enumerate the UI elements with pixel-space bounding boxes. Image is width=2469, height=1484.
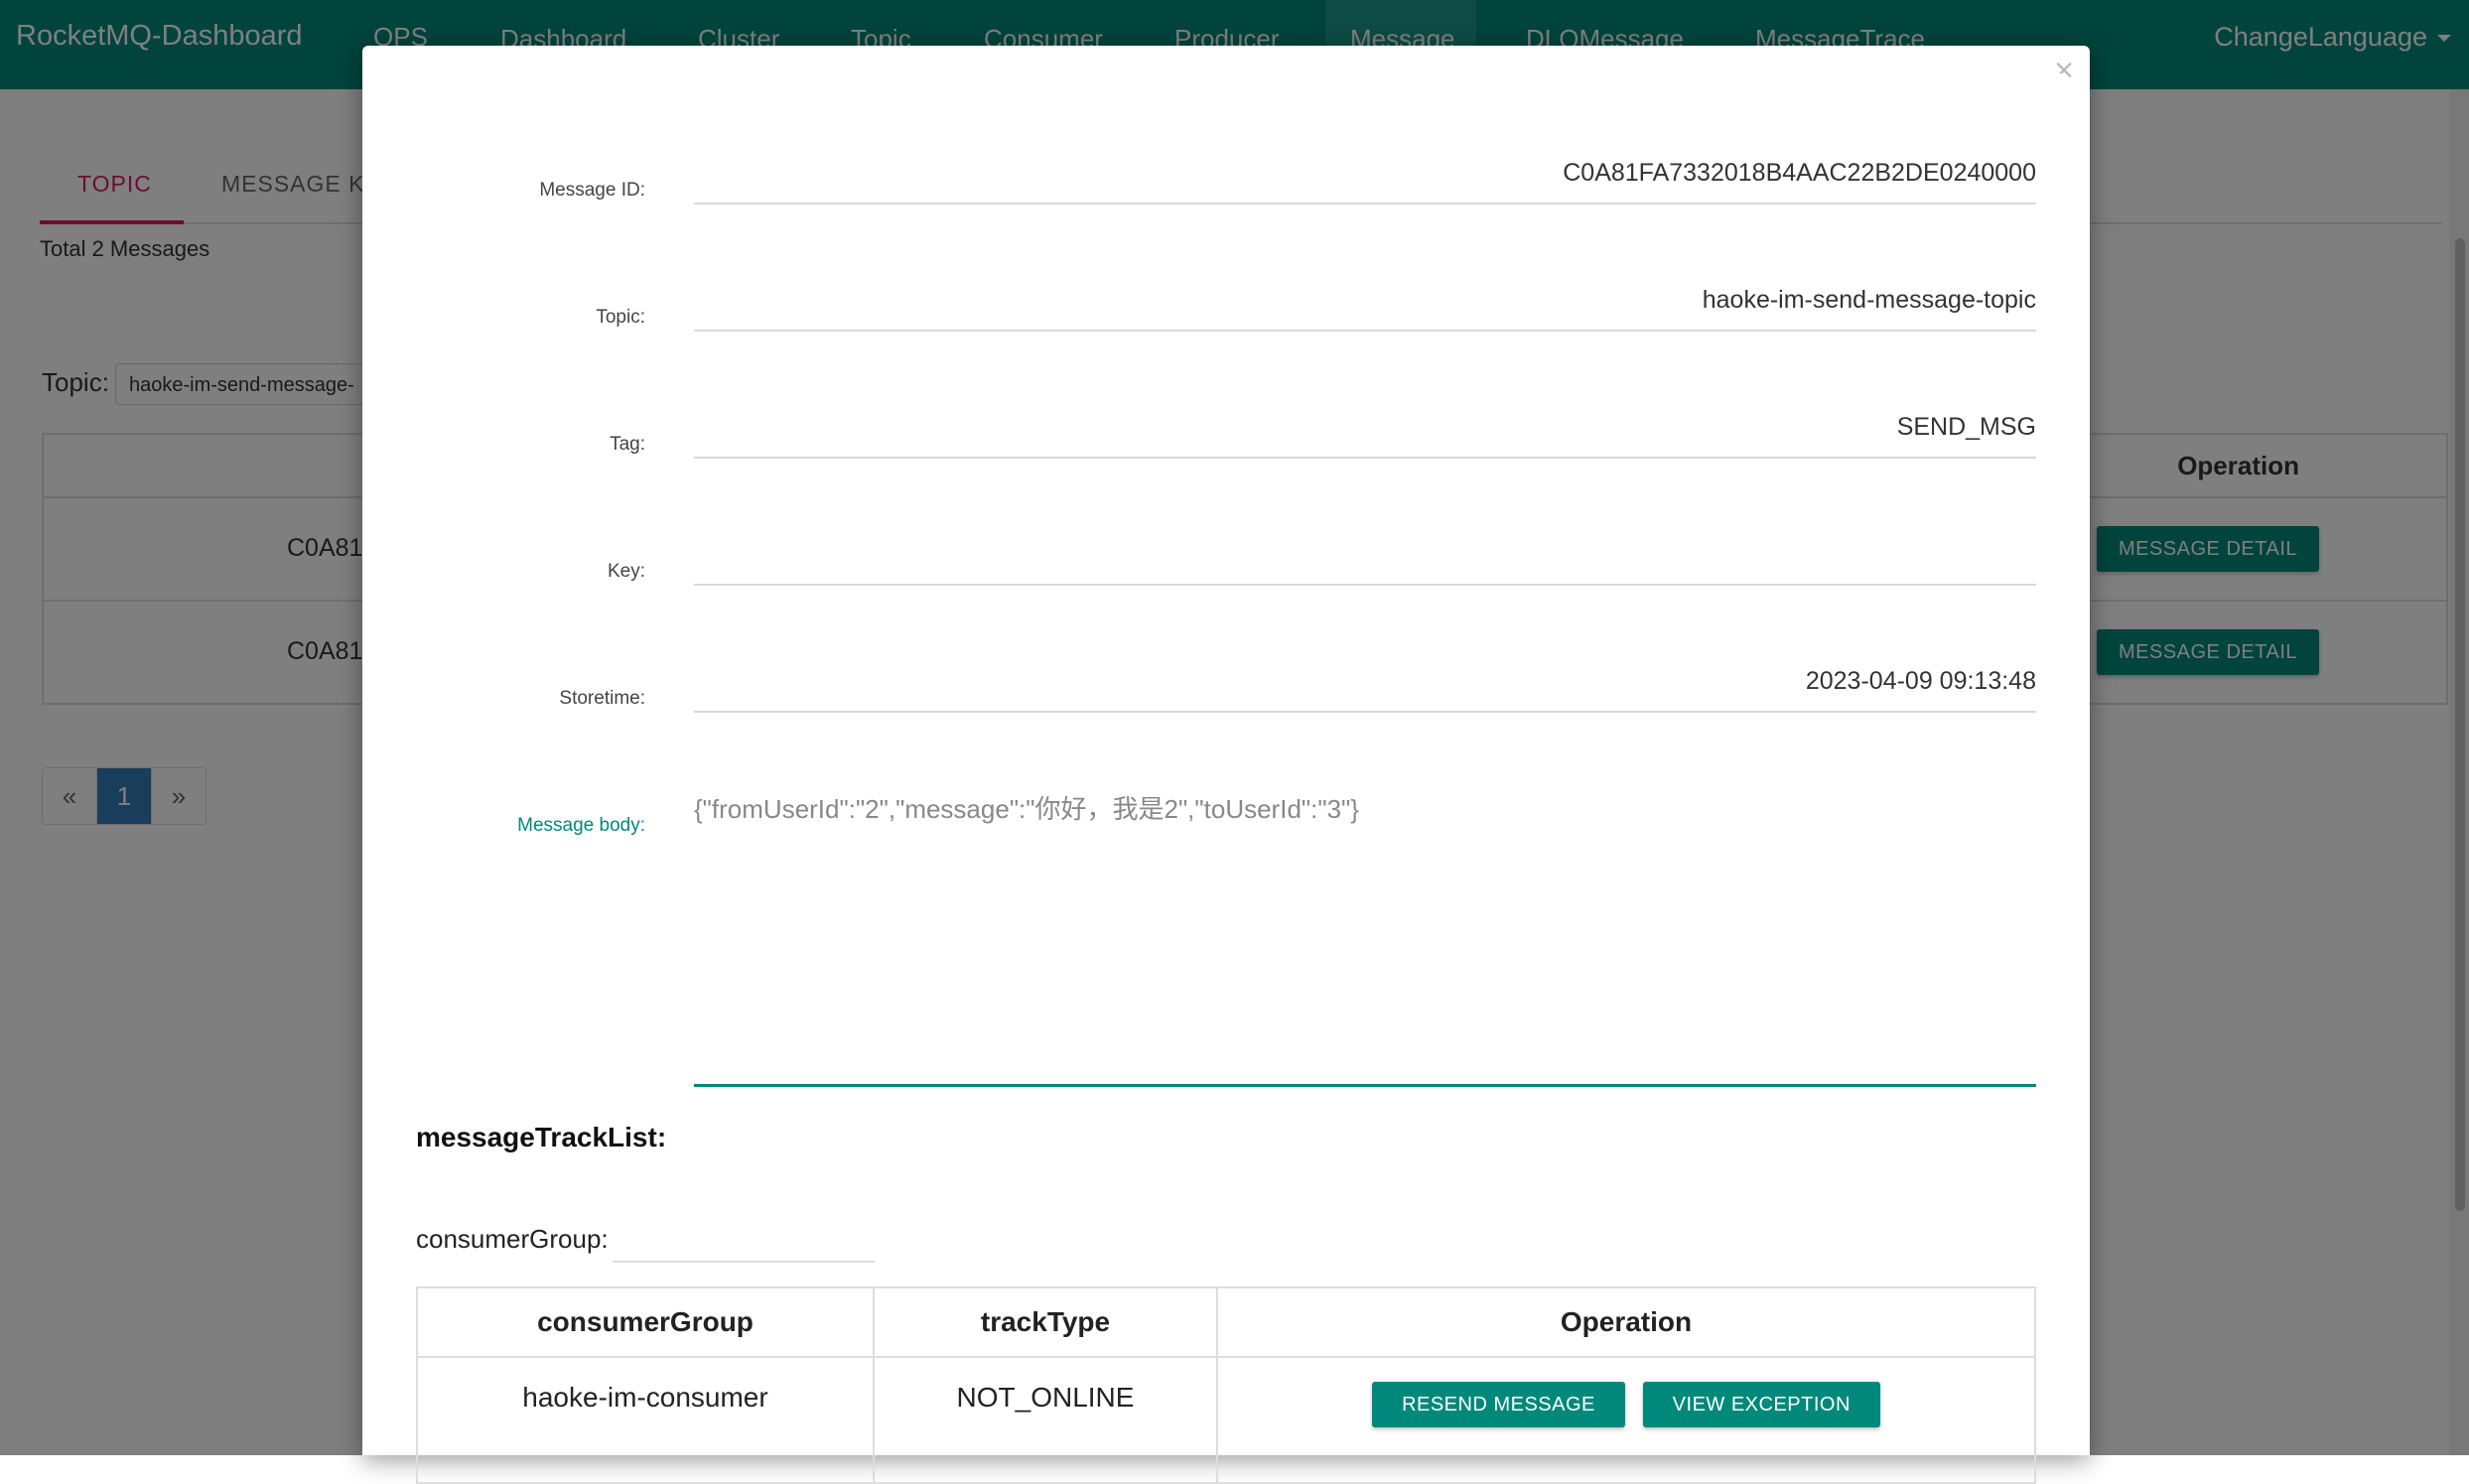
header-operation: Operation [1216,1286,2036,1358]
message-body-label: Message body: [517,815,645,836]
consumer-group-input[interactable] [613,1223,875,1263]
table-row: haoke-im-consumer NOT_ONLINE RESEND MESS… [416,1356,2036,1484]
message-id-label: Message ID: [539,180,645,201]
key-field[interactable] [694,540,2036,586]
key-label: Key: [607,561,645,582]
header-consumer-group: consumerGroup [416,1286,875,1358]
consumer-group-label: consumerGroup: [416,1224,609,1254]
message-id-field[interactable]: C0A81FA7332018B4AAC22B2DE0240000 [694,159,2036,204]
topic-field[interactable]: haoke-im-send-message-topic [694,286,2036,332]
resend-message-button[interactable]: RESEND MESSAGE [1372,1382,1625,1427]
tag-label: Tag: [610,434,645,455]
operation-cell: RESEND MESSAGE VIEW EXCEPTION [1216,1356,2036,1484]
track-type-cell: NOT_ONLINE [873,1356,1218,1484]
message-track-table: consumerGroup trackType Operation haoke-… [416,1286,2036,1484]
view-exception-button[interactable]: VIEW EXCEPTION [1642,1382,1880,1427]
storetime-field[interactable]: 2023-04-09 09:13:48 [694,667,2036,713]
topic-label: Topic: [596,307,645,328]
header-track-type: trackType [873,1286,1218,1358]
track-table-header: consumerGroup trackType Operation [416,1286,2036,1358]
message-body-textarea[interactable]: {"fromUserId":"2","message":"你好，我是2","to… [694,789,2036,1087]
storetime-label: Storetime: [559,688,645,709]
message-track-title: messageTrackList: [416,1122,667,1152]
tag-field[interactable]: SEND_MSG [694,413,2036,459]
consumer-group-cell: haoke-im-consumer [416,1356,875,1484]
